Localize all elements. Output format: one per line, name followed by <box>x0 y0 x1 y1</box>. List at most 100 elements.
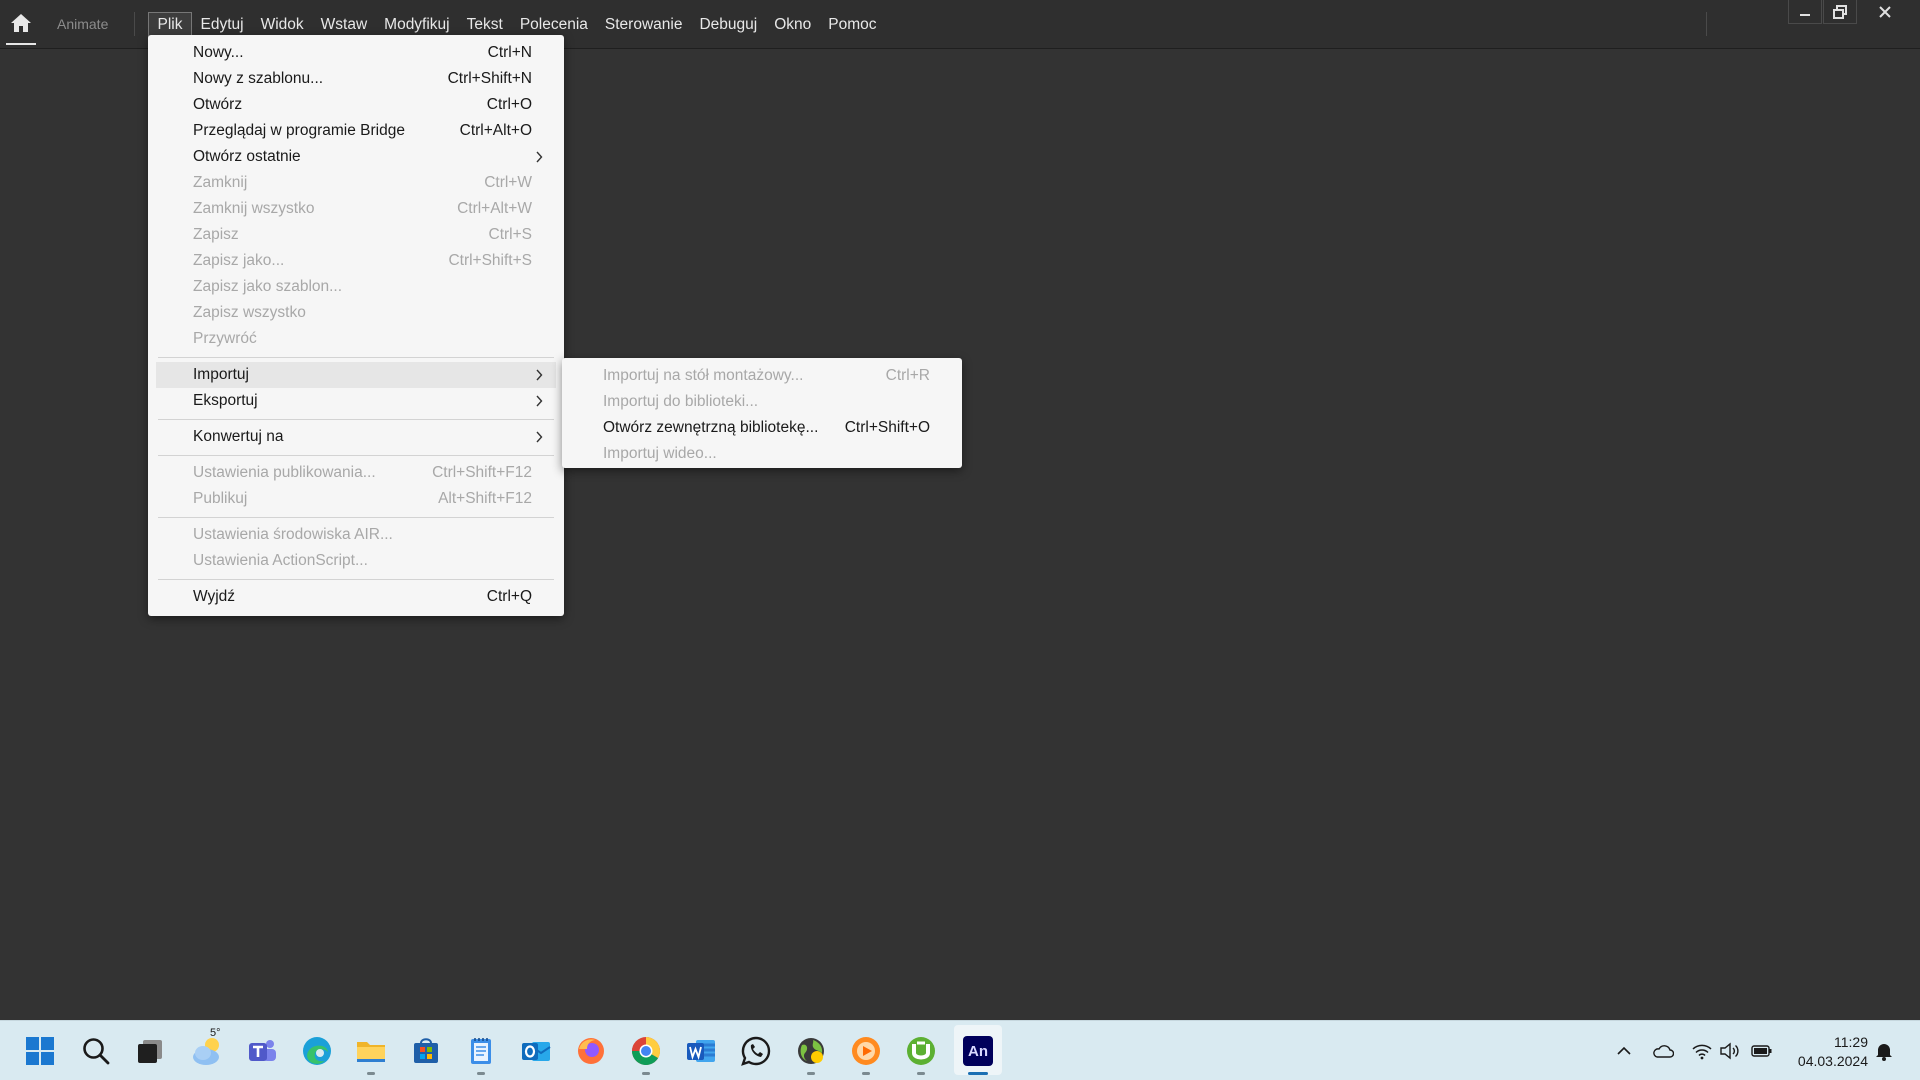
utorrent-icon[interactable] <box>901 1031 941 1071</box>
menu-sterowanie[interactable]: Sterowanie <box>596 12 691 38</box>
menu-polecenia[interactable]: Polecenia <box>511 12 596 38</box>
chevron-right-icon <box>535 388 545 414</box>
weather-temperature: 5° <box>210 1027 221 1039</box>
menu-item-importuj-na-stol[interactable]: Importuj na stół montażowy... Ctrl+R <box>562 363 962 389</box>
clock[interactable]: 11:29 04.03.2024 <box>1788 1033 1868 1071</box>
menu-pomoc[interactable]: Pomoc <box>820 12 885 38</box>
shortcut: Ctrl+Shift+S <box>448 252 532 269</box>
menu-item-importuj-wideo[interactable]: Importuj wideo... <box>562 441 962 467</box>
chevron-right-icon <box>535 362 545 388</box>
menu-wstaw[interactable]: Wstaw <box>312 12 376 38</box>
clock-time: 11:29 <box>1834 1034 1868 1050</box>
restore-button[interactable] <box>1823 0 1857 24</box>
divider <box>1706 12 1707 36</box>
search-icon[interactable] <box>76 1031 116 1071</box>
shortcut: Ctrl+S <box>488 226 533 243</box>
menu-item-nowy-z-szablonu[interactable]: Nowy z szablonu... Ctrl+Shift+N <box>148 66 564 92</box>
notification-bell-icon[interactable] <box>1872 1039 1896 1063</box>
menu-item-zamknij-wszystko[interactable]: Zamknij wszystko Ctrl+Alt+W <box>148 196 564 222</box>
menu-item-zapisz[interactable]: Zapisz Ctrl+S <box>148 222 564 248</box>
menu-item-wyjdz[interactable]: Wyjdź Ctrl+Q <box>148 584 564 610</box>
running-indicator <box>917 1072 925 1075</box>
menu-item-zamknij[interactable]: Zamknij Ctrl+W <box>148 170 564 196</box>
teams-icon[interactable] <box>242 1031 282 1071</box>
menu-item-importuj[interactable]: Importuj <box>156 362 556 388</box>
edge-icon[interactable] <box>297 1031 337 1071</box>
menu-edytuj[interactable]: Edytuj <box>192 12 252 38</box>
shortcut: Alt+Shift+F12 <box>438 490 532 507</box>
running-indicator <box>862 1072 870 1075</box>
running-indicator <box>642 1072 650 1075</box>
menu-modyfikuj[interactable]: Modyfikuj <box>376 12 458 38</box>
shortcut: Ctrl+Alt+O <box>459 122 532 139</box>
file-explorer-icon[interactable] <box>351 1031 391 1071</box>
import-submenu: Importuj na stół montażowy... Ctrl+R Impo… <box>562 358 962 468</box>
chevron-right-icon <box>535 144 545 170</box>
home-icon[interactable] <box>8 10 34 36</box>
menu-widok[interactable]: Widok <box>252 12 312 38</box>
running-indicator <box>477 1072 485 1075</box>
weather-icon[interactable]: 5° <box>188 1027 228 1071</box>
taskbar: 5° An 11:29 04.03.2024 <box>0 1020 1920 1080</box>
menu-item-importuj-do-biblioteki[interactable]: Importuj do biblioteki... <box>562 389 962 415</box>
task-view-icon[interactable] <box>130 1031 170 1071</box>
home-active-indicator <box>6 43 36 45</box>
menu-item-eksportuj[interactable]: Eksportuj <box>148 388 564 414</box>
windows-start-icon[interactable] <box>20 1031 60 1071</box>
volume-icon[interactable] <box>1718 1039 1742 1063</box>
chevron-right-icon <box>535 424 545 450</box>
outlook-icon[interactable] <box>516 1031 556 1071</box>
shortcut: Ctrl+Q <box>486 588 532 605</box>
menu-item-ustawienia-air[interactable]: Ustawienia środowiska AIR... <box>148 522 564 548</box>
menu-item-zapisz-jako-szablon[interactable]: Zapisz jako szablon... <box>148 274 564 300</box>
menu-separator <box>158 455 554 456</box>
menu-item-otworz-zewnetrzna-biblioteke[interactable]: Otwórz zewnętrzną bibliotekę... Ctrl+Shif… <box>562 415 962 441</box>
active-app-indicator <box>968 1072 988 1075</box>
menu-plik[interactable]: Plik <box>148 11 192 38</box>
menu-debuguj[interactable]: Debuguj <box>691 12 766 38</box>
divider <box>134 12 135 36</box>
menu-item-otworz[interactable]: Otwórz Ctrl+O <box>148 92 564 118</box>
menu-item-nowy[interactable]: Nowy... Ctrl+N <box>148 40 564 66</box>
globe-app-icon[interactable] <box>791 1031 831 1071</box>
whatsapp-icon[interactable] <box>736 1031 776 1071</box>
app-name: Animate <box>57 16 109 32</box>
onedrive-icon[interactable] <box>1651 1039 1675 1063</box>
shortcut: Ctrl+N <box>487 44 532 61</box>
animate-icon[interactable]: An <box>958 1031 998 1071</box>
menu-item-zapisz-jako[interactable]: Zapisz jako... Ctrl+Shift+S <box>148 248 564 274</box>
shortcut: Ctrl+R <box>885 367 930 384</box>
running-indicator <box>367 1072 375 1075</box>
menu-item-bridge[interactable]: Przeglądaj w programie Bridge Ctrl+Alt+O <box>148 118 564 144</box>
notepad-icon[interactable] <box>461 1031 501 1071</box>
menu-item-przywroc[interactable]: Przywróć <box>148 326 564 352</box>
menu-separator <box>158 579 554 580</box>
battery-icon[interactable] <box>1750 1039 1774 1063</box>
close-button[interactable] <box>1868 0 1902 24</box>
menu-item-konwertuj-na[interactable]: Konwertuj na <box>148 424 564 450</box>
menu-item-publikuj[interactable]: Publikuj Alt+Shift+F12 <box>148 486 564 512</box>
menu-separator <box>158 517 554 518</box>
file-menu: Nowy... Ctrl+N Nowy z szablonu... Ctrl+Shi… <box>148 35 564 616</box>
menu-item-otworz-ostatnie[interactable]: Otwórz ostatnie <box>148 144 564 170</box>
menu-separator <box>158 357 554 358</box>
word-icon[interactable] <box>681 1031 721 1071</box>
media-player-icon[interactable] <box>846 1031 886 1071</box>
minimize-button[interactable] <box>1788 0 1822 24</box>
shortcut: Ctrl+Shift+F12 <box>432 464 532 481</box>
firefox-icon[interactable] <box>571 1031 611 1071</box>
shortcut: Ctrl+Shift+N <box>447 70 532 87</box>
microsoft-store-icon[interactable] <box>406 1031 446 1071</box>
menu-item-ustawienia-publikowania[interactable]: Ustawienia publikowania... Ctrl+Shift+F12 <box>148 460 564 486</box>
wifi-icon[interactable] <box>1690 1039 1714 1063</box>
shortcut: Ctrl+W <box>484 174 532 191</box>
menu-tekst[interactable]: Tekst <box>458 12 511 38</box>
menu-item-zapisz-wszystko[interactable]: Zapisz wszystko <box>148 300 564 326</box>
menu-separator <box>158 419 554 420</box>
menu-okno[interactable]: Okno <box>766 12 820 38</box>
menu-item-ustawienia-actionscript[interactable]: Ustawienia ActionScript... <box>148 548 564 574</box>
chrome-icon[interactable] <box>626 1031 666 1071</box>
chevron-up-icon[interactable] <box>1612 1039 1636 1063</box>
shortcut: Ctrl+O <box>486 96 532 113</box>
clock-date: 04.03.2024 <box>1797 1053 1868 1069</box>
